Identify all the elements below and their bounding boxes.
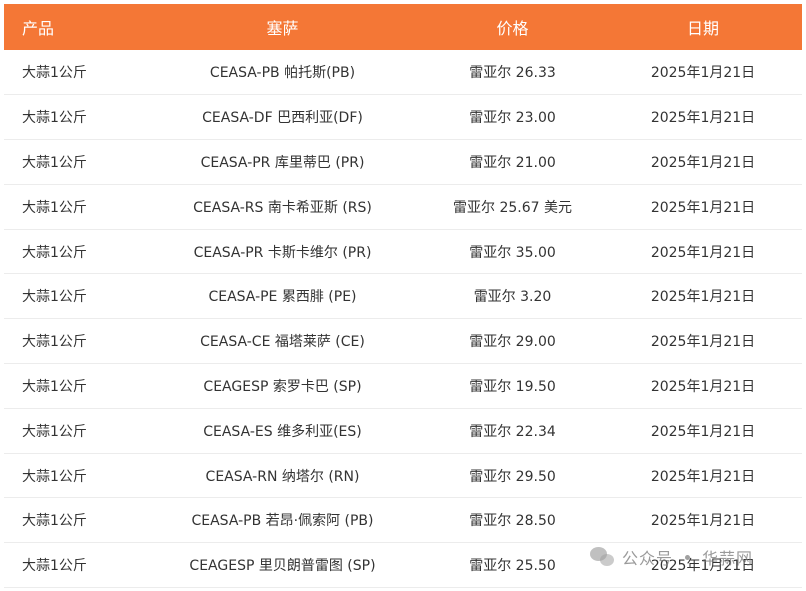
cell-date: 2025年1月21日 [650, 244, 756, 261]
column-header-price: 价格 [496, 19, 529, 38]
price-table-container: 产品 塞萨 价格 日期 大蒜1公斤 CEASA-PB 帕托斯(PB) 雷亚尔 2… [4, 4, 802, 588]
cell-market: CEASA-DF 巴西利亚(DF) [202, 110, 363, 127]
table-row: 大蒜1公斤 CEASA-DF 巴西利亚(DF) 雷亚尔 23.00 2025年1… [4, 95, 802, 140]
cell-market: CEASA-PR 卡斯卡维尔 (PR) [193, 244, 372, 261]
column-header-date: 日期 [686, 19, 719, 38]
table-row: 大蒜1公斤 CEAGESP 索罗卡巴 (SP) 雷亚尔 19.50 2025年1… [4, 364, 802, 409]
cell-date: 2025年1月21日 [650, 423, 756, 440]
cell-product: 大蒜1公斤 [22, 199, 87, 216]
table-row: 大蒜1公斤 CEASA-PB 帕托斯(PB) 雷亚尔 26.33 2025年1月… [4, 50, 802, 95]
watermark-account-type: 公众号 [622, 549, 674, 568]
cell-product: 大蒜1公斤 [22, 110, 87, 127]
cell-price: 雷亚尔 28.50 [469, 513, 556, 530]
cell-date: 2025年1月21日 [650, 110, 756, 127]
table-body: 大蒜1公斤 CEASA-PB 帕托斯(PB) 雷亚尔 26.33 2025年1月… [4, 50, 802, 588]
watermark-name: 华蒜网 [702, 549, 754, 568]
cell-product: 大蒜1公斤 [22, 65, 87, 82]
cell-price: 雷亚尔 29.00 [469, 334, 556, 351]
cell-price: 雷亚尔 25.67 美元 [453, 199, 572, 216]
table-row: 大蒜1公斤 CEASA-CE 福塔莱萨 (CE) 雷亚尔 29.00 2025年… [4, 319, 802, 364]
cell-price: 雷亚尔 19.50 [469, 378, 556, 395]
cell-market: CEAGESP 里贝朗普雷图 (SP) [189, 558, 376, 575]
column-header-market: 塞萨 [266, 19, 299, 38]
cell-date: 2025年1月21日 [650, 468, 756, 485]
cell-product: 大蒜1公斤 [22, 423, 87, 440]
cell-product: 大蒜1公斤 [22, 289, 87, 306]
cell-price: 雷亚尔 22.34 [469, 423, 556, 440]
cell-product: 大蒜1公斤 [22, 244, 87, 261]
column-header-product: 产品 [22, 19, 55, 38]
watermark: 公众号 华蒜网 [590, 545, 753, 569]
table-row: 大蒜1公斤 CEASA-PB 若昂·佩索阿 (PB) 雷亚尔 28.50 202… [4, 498, 802, 543]
cell-date: 2025年1月21日 [650, 378, 756, 395]
cell-price: 雷亚尔 3.20 [473, 289, 552, 306]
cell-price: 雷亚尔 25.50 [469, 558, 556, 575]
cell-price: 雷亚尔 23.00 [469, 110, 556, 127]
cell-product: 大蒜1公斤 [22, 558, 87, 575]
cell-product: 大蒜1公斤 [22, 378, 87, 395]
table-row: 大蒜1公斤 CEASA-RS 南卡希亚斯 (RS) 雷亚尔 25.67 美元 2… [4, 184, 802, 230]
cell-date: 2025年1月21日 [650, 65, 756, 82]
table-row: 大蒜1公斤 CEASA-PR 库里蒂巴 (PR) 雷亚尔 21.00 2025年… [4, 140, 802, 185]
cell-market: CEASA-ES 维多利亚(ES) [203, 423, 362, 440]
cell-price: 雷亚尔 26.33 [469, 65, 556, 82]
cell-market: CEASA-RS 南卡希亚斯 (RS) [193, 199, 372, 216]
table-header: 产品 塞萨 价格 日期 [4, 4, 802, 50]
cell-market: CEASA-PB 帕托斯(PB) [209, 65, 356, 82]
wechat-icon [590, 546, 616, 568]
cell-date: 2025年1月21日 [650, 289, 756, 306]
cell-market: CEAGESP 索罗卡巴 (SP) [203, 378, 362, 395]
cell-date: 2025年1月21日 [650, 154, 756, 171]
cell-date: 2025年1月21日 [650, 513, 756, 530]
cell-market: CEASA-PB 若昂·佩索阿 (PB) [191, 513, 374, 530]
price-table: 产品 塞萨 价格 日期 大蒜1公斤 CEASA-PB 帕托斯(PB) 雷亚尔 2… [4, 4, 802, 588]
table-header-row: 产品 塞萨 价格 日期 [4, 4, 802, 50]
table-row: 大蒜1公斤 CEASA-PE 累西腓 (PE) 雷亚尔 3.20 2025年1月… [4, 274, 802, 319]
cell-price: 雷亚尔 21.00 [469, 154, 556, 171]
cell-product: 大蒜1公斤 [22, 513, 87, 530]
separator-dot [685, 554, 691, 560]
table-row: 大蒜1公斤 CEASA-PR 卡斯卡维尔 (PR) 雷亚尔 35.00 2025… [4, 229, 802, 274]
cell-market: CEASA-CE 福塔莱萨 (CE) [200, 334, 365, 351]
cell-product: 大蒜1公斤 [22, 468, 87, 485]
cell-price: 雷亚尔 29.50 [469, 468, 556, 485]
cell-market: CEASA-PR 库里蒂巴 (PR) [200, 154, 365, 171]
cell-price: 雷亚尔 35.00 [469, 244, 556, 261]
cell-product: 大蒜1公斤 [22, 334, 87, 351]
cell-date: 2025年1月21日 [650, 334, 756, 351]
cell-market: CEASA-PE 累西腓 (PE) [208, 289, 357, 306]
cell-product: 大蒜1公斤 [22, 154, 87, 171]
table-row: 大蒜1公斤 CEASA-ES 维多利亚(ES) 雷亚尔 22.34 2025年1… [4, 408, 802, 454]
cell-market: CEASA-RN 纳塔尔 (RN) [205, 468, 360, 485]
table-row: 大蒜1公斤 CEASA-RN 纳塔尔 (RN) 雷亚尔 29.50 2025年1… [4, 453, 802, 498]
cell-date: 2025年1月21日 [650, 199, 756, 216]
